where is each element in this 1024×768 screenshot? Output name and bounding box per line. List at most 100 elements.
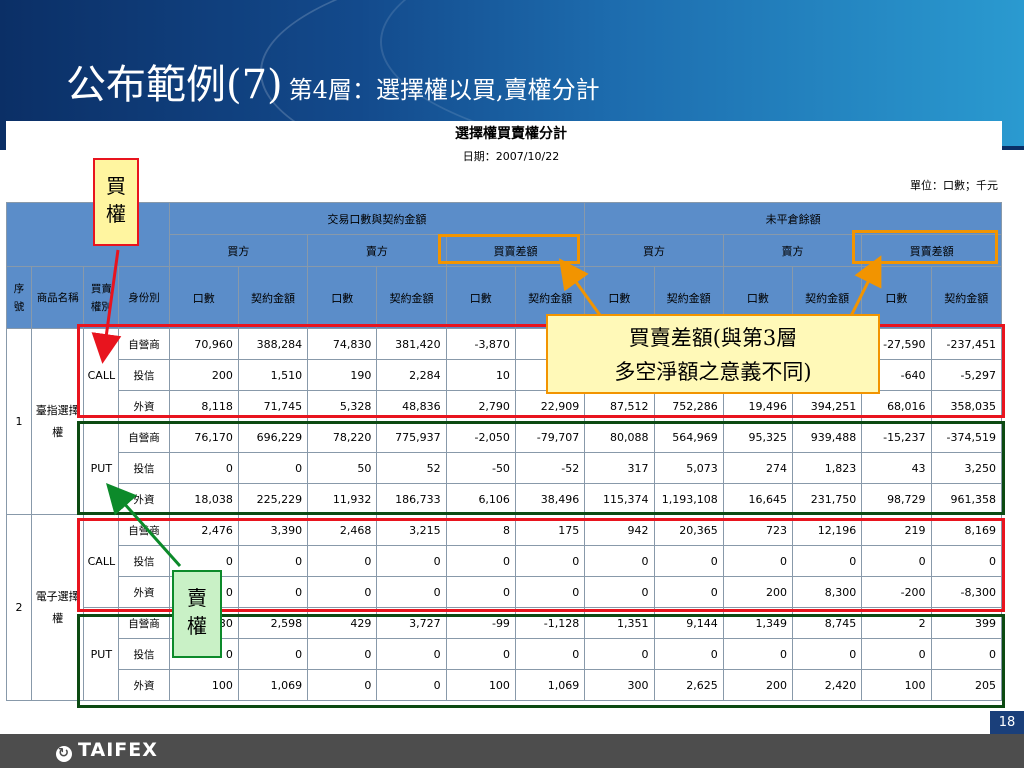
value-cell: 70,960	[168, 328, 239, 360]
callput-cell: CALL	[83, 514, 120, 608]
value-cell: 3,727	[376, 607, 447, 639]
value-cell: 0	[861, 638, 932, 670]
table-row: 投信 0 0 0 0 0 0 0 0 0 0 0 0	[7, 545, 1003, 577]
header-buy: 買方	[584, 234, 724, 267]
table-row: PUT 自營商 76,170 696,229 78,220 775,937 -2,050 -7…	[7, 421, 1003, 515]
value-cell: 205	[930, 669, 1003, 701]
report-table: 交易口數與契約金額 未平倉餘額 買方 賣方 買賣差額 買方 賣方 買賣差額 序號…	[5, 202, 1003, 701]
header-lots: 口數	[307, 266, 378, 329]
table-row: 外資 18,038 225,229 11,932 186,733 6,106 38,496 1…	[7, 483, 1003, 515]
value-cell: 0	[237, 576, 309, 608]
callput-cell: PUT	[83, 607, 120, 701]
value-cell: 100	[445, 669, 516, 701]
table-row: 投信 0 0 50 52 -50 -52 317 5,073 274 1,823 43 3,250	[7, 452, 1003, 484]
value-cell: 2,420	[792, 669, 863, 701]
value-cell: 8,300	[792, 576, 863, 608]
value-cell: 381,420	[376, 328, 447, 360]
identity-cell: 投信	[118, 638, 170, 670]
value-cell: 0	[376, 576, 447, 608]
value-cell: 317	[584, 452, 655, 484]
value-cell: 100	[168, 669, 239, 701]
call-label-text: 買權	[106, 174, 126, 226]
value-cell: 175	[514, 514, 586, 546]
slide-title-sub: 第4層：選擇權以買,賣權分計	[288, 76, 600, 104]
value-cell: 0	[445, 576, 516, 608]
value-cell: 2,476	[168, 514, 239, 546]
value-cell: 0	[376, 545, 447, 577]
header-amount: 契約金額	[376, 266, 447, 329]
value-cell: 19,496	[722, 390, 794, 422]
value-cell: 200	[168, 359, 239, 391]
value-cell: -79,707	[514, 421, 586, 453]
value-cell: 0	[514, 576, 586, 608]
value-cell: 115,374	[584, 483, 655, 515]
slide-footer: ↻ TAIFEX	[0, 734, 1024, 768]
header-sell: 賣方	[722, 234, 863, 267]
identity-cell: 外資	[118, 576, 170, 608]
value-cell: 1,193,108	[653, 483, 724, 515]
identity-cell: 外資	[118, 483, 170, 515]
value-cell: 1,823	[792, 452, 863, 484]
value-cell: 0	[792, 638, 863, 670]
identity-cell: 投信	[118, 359, 170, 391]
value-cell: 6,106	[445, 483, 516, 515]
value-cell: 48,836	[376, 390, 447, 422]
value-cell: -5,297	[930, 359, 1003, 391]
value-cell: 3,215	[376, 514, 447, 546]
value-cell: 0	[584, 576, 655, 608]
value-cell: 52	[376, 452, 447, 484]
header-traded-group: 交易口數與契約金額	[168, 202, 586, 235]
value-cell: -237,451	[930, 328, 1003, 360]
value-cell: 0	[376, 669, 447, 701]
header-lots: 口數	[445, 266, 516, 329]
identity-cell: 外資	[118, 669, 170, 701]
value-cell: 80,088	[584, 421, 655, 453]
header-net: 買賣差額	[861, 234, 1002, 267]
net-diff-callout: 買賣差額(與第3層 多空淨額之意義不同)	[546, 314, 880, 394]
value-cell: 0	[307, 545, 378, 577]
slide-title-main: 公布範例(7)	[66, 62, 283, 108]
identity-cell: 自營商	[118, 607, 170, 639]
value-cell: 2,284	[376, 359, 447, 391]
header-callput: 買賣權別	[83, 266, 120, 329]
logo-text: TAIFEX	[78, 739, 158, 761]
value-cell: -374,519	[930, 421, 1003, 453]
value-cell: 0	[514, 545, 586, 577]
value-cell: 68,016	[861, 390, 932, 422]
table-row: 2 電子選擇權 CALL 自營商 2,476 3,390 2,468 3,215 8 175 942…	[5, 514, 1003, 701]
table-row: 外資 8,118 71,745 5,328 48,836 2,790 22,909 87,51…	[7, 390, 1003, 422]
value-cell: 0	[792, 545, 863, 577]
value-cell: 0	[861, 545, 932, 577]
value-cell: 0	[168, 452, 239, 484]
header-identity: 身份別	[118, 266, 170, 329]
identity-cell: 外資	[118, 390, 170, 422]
callout-line1: 買賣差額(與第3層	[628, 326, 798, 350]
value-cell: 0	[584, 638, 655, 670]
value-cell: 20,365	[653, 514, 724, 546]
value-cell: 274	[722, 452, 794, 484]
value-cell: 186,733	[376, 483, 447, 515]
table-row: PUT 自營商 330 2,598 429 3,727 -99 -1,128 1,351 9,14…	[7, 607, 1003, 701]
callput-cell: CALL	[83, 328, 120, 422]
value-cell: 0	[653, 638, 724, 670]
put-label-text: 賣權	[187, 586, 207, 638]
callout-line2: 多空淨額之意義不同)	[614, 360, 812, 384]
header-net: 買賣差額	[445, 234, 586, 267]
value-cell: 696,229	[237, 421, 309, 453]
value-cell: 0	[930, 638, 1003, 670]
value-cell: 0	[445, 545, 516, 577]
value-cell: 723	[722, 514, 794, 546]
report-unit: 單位：口數；千元	[910, 179, 998, 192]
value-cell: 76,170	[168, 421, 239, 453]
seq-cell: 2	[5, 514, 33, 701]
value-cell: 16,645	[722, 483, 794, 515]
value-cell: -3,870	[445, 328, 516, 360]
value-cell: 0	[376, 638, 447, 670]
value-cell: -1,128	[514, 607, 586, 639]
page-number: 18	[990, 711, 1024, 734]
value-cell: 429	[307, 607, 378, 639]
value-cell: 1,069	[237, 669, 309, 701]
value-cell: 98,729	[861, 483, 932, 515]
value-cell: 0	[722, 545, 794, 577]
value-cell: 0	[237, 452, 309, 484]
